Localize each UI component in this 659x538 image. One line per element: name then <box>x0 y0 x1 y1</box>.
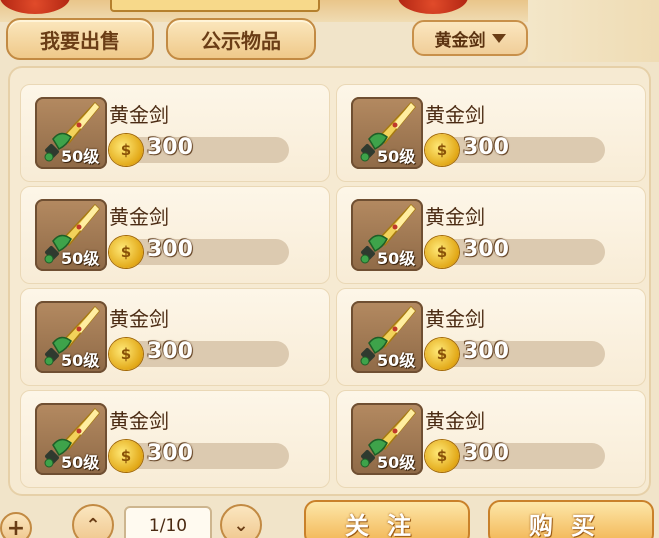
item-card[interactable]: 50级 黄金剑 $ 300 <box>336 186 646 284</box>
item-slot: 50级 <box>35 199 107 271</box>
coin-icon: $ <box>425 440 459 472</box>
banner-decoration <box>110 0 320 12</box>
item-slot: 50级 <box>351 199 423 271</box>
item-price: 300 <box>147 135 193 160</box>
item-level: 50级 <box>377 147 416 166</box>
buy-button[interactable]: 购买 <box>488 500 654 538</box>
item-level: 50级 <box>61 453 100 472</box>
item-card[interactable]: 50级 黄金剑 $ 300 <box>20 288 330 386</box>
item-name: 黄金剑 <box>109 103 169 127</box>
coin-icon: $ <box>109 440 143 472</box>
item-price: 300 <box>147 237 193 262</box>
item-slot: 50级 <box>351 403 423 475</box>
item-card[interactable]: 50级 黄金剑 $ 300 <box>20 186 330 284</box>
coin-icon: $ <box>425 236 459 268</box>
item-card[interactable]: 50级 黄金剑 $ 300 <box>336 288 646 386</box>
item-level: 50级 <box>61 147 100 166</box>
item-price: 300 <box>463 339 509 364</box>
ornament-left <box>0 0 70 14</box>
tab-public-items[interactable]: 公示物品 <box>166 18 316 60</box>
item-name: 黄金剑 <box>425 409 485 433</box>
item-level: 50级 <box>377 453 416 472</box>
coin-icon: $ <box>109 236 143 268</box>
item-slot: 50级 <box>35 301 107 373</box>
item-card[interactable]: 50级 黄金剑 $ 300 <box>336 84 646 182</box>
follow-button[interactable]: 关注 <box>304 500 470 538</box>
chevron-down-icon: ⌄ <box>233 514 249 536</box>
item-slot: 50级 <box>351 301 423 373</box>
item-slot: 50级 <box>351 97 423 169</box>
coin-icon: $ <box>109 338 143 370</box>
item-price: 300 <box>463 135 509 160</box>
item-name: 黄金剑 <box>109 409 169 433</box>
ornament-right <box>398 0 468 14</box>
item-name: 黄金剑 <box>109 307 169 331</box>
item-name: 黄金剑 <box>425 307 485 331</box>
item-name: 黄金剑 <box>425 103 485 127</box>
item-name: 黄金剑 <box>109 205 169 229</box>
item-level: 50级 <box>61 351 100 370</box>
page-prev-button[interactable]: ⌃ <box>72 504 114 538</box>
page-indicator: 1/10 <box>124 506 212 538</box>
chevron-down-icon <box>491 33 506 43</box>
item-level: 50级 <box>377 249 416 268</box>
item-level: 50级 <box>61 249 100 268</box>
coin-icon: $ <box>109 134 143 166</box>
item-price: 300 <box>463 441 509 466</box>
chevron-up-icon: ⌃ <box>85 514 101 536</box>
item-level: 50级 <box>377 351 416 370</box>
add-button[interactable]: + <box>0 512 32 538</box>
item-card[interactable]: 50级 黄金剑 $ 300 <box>20 84 330 182</box>
item-name: 黄金剑 <box>425 205 485 229</box>
item-slot: 50级 <box>35 97 107 169</box>
item-card[interactable]: 50级 黄金剑 $ 300 <box>336 390 646 488</box>
item-price: 300 <box>463 237 509 262</box>
page-next-button[interactable]: ⌄ <box>220 504 262 538</box>
tab-sell[interactable]: 我要出售 <box>6 18 154 60</box>
item-grid: 50级 黄金剑 $ 300 50级 黄金剑 $ 300 50级 黄金剑 $ 30… <box>20 84 650 488</box>
item-filter-dropdown[interactable]: 黄金剑 <box>412 20 528 56</box>
item-price: 300 <box>147 441 193 466</box>
item-price: 300 <box>147 339 193 364</box>
item-card[interactable]: 50级 黄金剑 $ 300 <box>20 390 330 488</box>
corner-decoration <box>528 0 659 62</box>
coin-icon: $ <box>425 338 459 370</box>
filter-selected-label: 黄金剑 <box>434 30 486 51</box>
coin-icon: $ <box>425 134 459 166</box>
item-slot: 50级 <box>35 403 107 475</box>
